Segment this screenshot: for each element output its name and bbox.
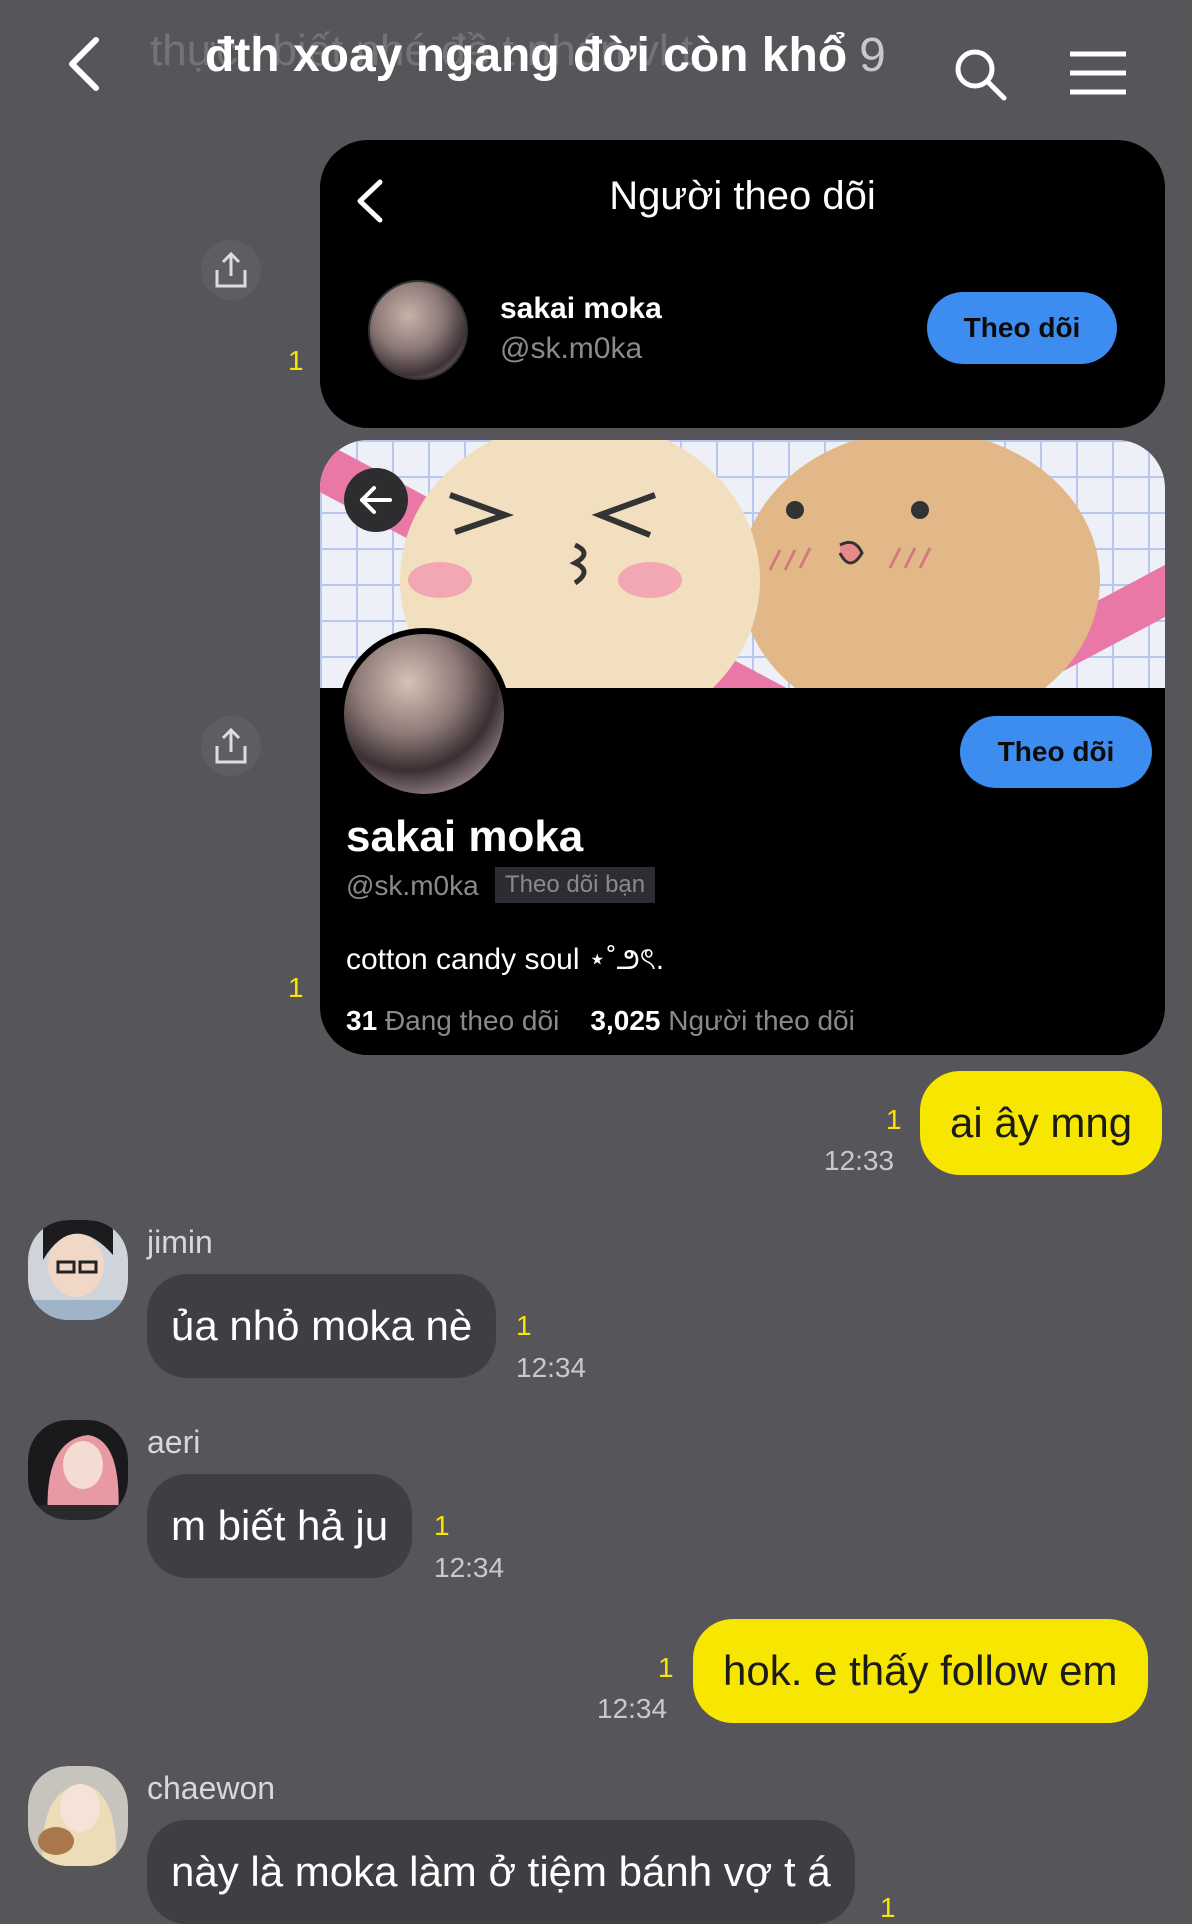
- profile-bio: cotton candy soul ⋆˚౨ৎ.: [346, 943, 665, 976]
- sender-name: jimin: [147, 1224, 213, 1260]
- read-count: 1: [516, 1310, 532, 1341]
- message-text: này là moka làm ở tiệm bánh vợ t á: [171, 1848, 831, 1895]
- message-time: 12:34: [597, 1693, 668, 1724]
- member-count: 9: [859, 29, 886, 82]
- chat-title-text: đth xoay ngang đời còn khổ: [205, 29, 848, 82]
- message-time: 12:34: [434, 1552, 505, 1583]
- profile-handle: @sk.m0ka: [346, 870, 479, 901]
- profile-avatar: [338, 628, 510, 800]
- read-count: 1: [288, 972, 304, 1003]
- profile-stats: 31 Đang theo dõi 3,025 Người theo dõi: [346, 1005, 855, 1037]
- share-button[interactable]: [201, 240, 261, 300]
- back-arrow-button: [344, 468, 408, 532]
- sender-name: aeri: [147, 1424, 201, 1460]
- message-bubble[interactable]: này là moka làm ở tiệm bánh vợ t á: [147, 1820, 855, 1924]
- follows-you-badge: Theo dõi bạn: [495, 867, 656, 903]
- read-count: 1: [434, 1510, 450, 1541]
- share-icon: [215, 251, 247, 288]
- followers-title: Người theo dõi: [609, 174, 876, 218]
- followers-screenshot-image[interactable]: Người theo dõi sakai moka @sk.m0ka Theo …: [320, 140, 1165, 428]
- message-bubble[interactable]: hok. e thấy follow em: [693, 1619, 1148, 1723]
- read-count: 1: [288, 345, 304, 376]
- followers-label: Người theo dõi: [668, 1005, 855, 1036]
- read-count: 1: [886, 1104, 902, 1135]
- share-icon: [215, 727, 247, 764]
- chat-header: thực i biết nhé đề t nhón vl t đth xoay …: [0, 0, 1192, 130]
- avatar: [368, 280, 468, 380]
- search-icon[interactable]: [952, 46, 1008, 102]
- message-bubble[interactable]: ủa nhỏ moka nè: [147, 1274, 497, 1378]
- message-text: hok. e thấy follow em: [723, 1647, 1118, 1694]
- message-text: ai ây mng: [950, 1099, 1133, 1146]
- follow-button: Theo dõi: [927, 292, 1117, 364]
- message-text: ủa nhỏ moka nè: [171, 1302, 473, 1349]
- user-name: sakai moka: [500, 292, 662, 325]
- follow-button: Theo dõi: [960, 716, 1152, 788]
- banner-faces: [408, 492, 932, 598]
- read-count: 1: [880, 1892, 896, 1923]
- user-handle: @sk.m0ka: [500, 332, 643, 365]
- message-text: m biết hả ju: [171, 1502, 389, 1549]
- sender-name: chaewon: [147, 1770, 276, 1806]
- share-button[interactable]: [201, 716, 261, 776]
- profile-name: sakai moka: [346, 812, 584, 861]
- profile-screenshot-image[interactable]: Theo dõi sakai moka @sk.m0ka Theo dõi bạ…: [320, 440, 1165, 1055]
- message-bubble[interactable]: m biết hả ju: [147, 1474, 413, 1578]
- hamburger-menu-icon[interactable]: [1068, 50, 1128, 96]
- message-time: 12:34: [516, 1352, 587, 1383]
- back-arrow-icon[interactable]: [62, 34, 112, 94]
- followers-count: 3,025: [590, 1005, 661, 1036]
- message-time: 12:33: [824, 1145, 895, 1176]
- avatar[interactable]: [28, 1420, 128, 1520]
- message-bubble[interactable]: ai ây mng: [920, 1071, 1163, 1175]
- left-arrow-icon: [360, 486, 392, 514]
- chat-title: đth xoay ngang đời còn khổ 9: [205, 28, 886, 83]
- avatar[interactable]: [28, 1220, 128, 1320]
- following-label: Đang theo dõi: [384, 1005, 560, 1036]
- avatar[interactable]: [28, 1766, 128, 1866]
- following-count: 31: [346, 1005, 378, 1036]
- read-count: 1: [658, 1652, 674, 1683]
